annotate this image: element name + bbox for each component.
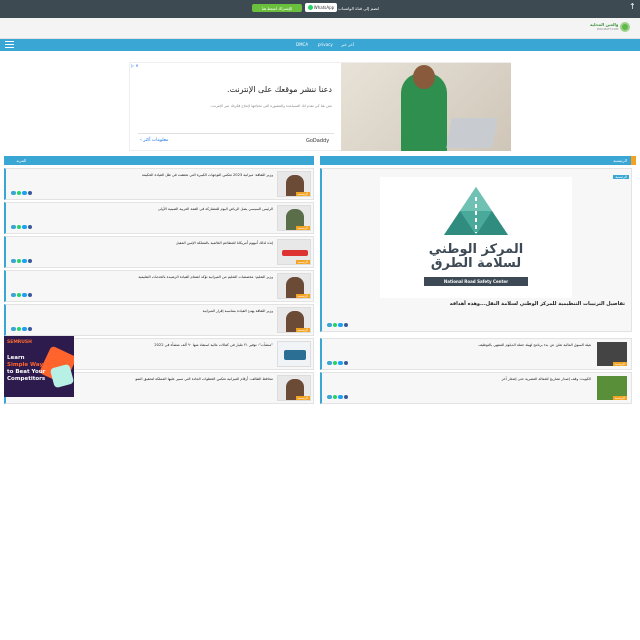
section-bar-home: الرئيسية xyxy=(320,156,636,165)
news-headline[interactable]: الرئيس السيسي يصل الرياض اليوم للمشاركة … xyxy=(158,207,273,211)
ad-choices-icon[interactable]: ▷ ✕ xyxy=(131,63,139,68)
news-headline[interactable]: هيئة السوق المالية تعلن عن بدء برنامج له… xyxy=(478,343,591,347)
logo-text: والعين المحلية ROD-BATT.COM xyxy=(590,22,619,31)
nav-link-privacy[interactable]: privacy xyxy=(318,42,333,47)
news-thumbnail[interactable]: الرئيسية xyxy=(277,307,311,333)
semrush-ad[interactable]: SEMRUSH Learn Simple Ways to Beat Your C… xyxy=(4,336,74,397)
featured-image[interactable]: المركز الوطني لسلامة الطرق National Road… xyxy=(380,177,572,298)
chevron-left-icon: ‹ xyxy=(140,138,142,143)
whatsapp-message: انضم إلى قناة الواتساب xyxy=(338,6,380,11)
news-headline[interactable]: إنذه لذلك أنبهوم أمريكانا للمطاعم العالم… xyxy=(176,241,273,245)
section-bar-more: المزيد xyxy=(4,156,314,165)
share-icons xyxy=(11,292,32,297)
ad-line: Simple Ways xyxy=(7,362,47,368)
ad-line: to Beat Your xyxy=(7,369,46,375)
section-label-more: المزيد xyxy=(16,158,27,163)
ad-photo xyxy=(341,63,511,151)
share-icons xyxy=(11,258,32,263)
nav-link-latest[interactable]: أخر خبر xyxy=(341,42,354,47)
whatsapp-icon xyxy=(307,5,313,10)
share-icons xyxy=(11,224,32,229)
nrsc-arabic-name: المركز الوطني لسلامة الطرق xyxy=(428,242,524,272)
section-label-home: الرئيسية xyxy=(613,158,627,163)
category-badge: الرئيسية xyxy=(613,175,629,179)
godaddy-ad[interactable]: ▷ ✕ دعنا ننشر موقعك على الإنترنت. نحن هن… xyxy=(129,62,511,151)
share-icons xyxy=(11,326,32,331)
whatsapp-label: WhatsApp xyxy=(313,5,335,10)
news-thumbnail[interactable]: الرئيسية xyxy=(597,342,627,366)
news-card[interactable]: الكويت: وقف إصدار تصاريح للعمالة المصرية… xyxy=(320,372,632,404)
news-thumbnail[interactable] xyxy=(277,341,311,367)
share-icons xyxy=(11,190,32,195)
featured-headline[interactable]: تفاصيل الترتيبات التنظيمية للمركز الوطني… xyxy=(450,301,625,307)
share-icons xyxy=(327,322,348,327)
share-icons xyxy=(327,394,348,399)
news-thumbnail[interactable]: الرئيسية xyxy=(597,376,627,400)
ad-brand: GoDaddy xyxy=(306,138,330,144)
featured-news-card[interactable]: الرئيسية المركز الوطني لسلامة الطرق Nati… xyxy=(320,168,632,332)
news-card[interactable]: الرئيس السيسي يصل الرياض اليوم للمشاركة … xyxy=(4,202,314,234)
news-thumbnail[interactable]: الرئيسية xyxy=(277,239,311,265)
news-card[interactable]: وزير الثقافة: ميزانية 2023 تعكس التوجهات… xyxy=(4,168,314,200)
news-headline[interactable]: "منشآت": توفير ٢١ مليار في كفالات مالية … xyxy=(154,343,273,347)
news-headline[interactable]: وزير الثقافة يهنئ القيادة بمناسبة إقرار … xyxy=(203,309,273,313)
news-card[interactable]: وزير الثقافة يهنئ القيادة بمناسبة إقرار … xyxy=(4,304,314,336)
news-headline[interactable]: الكويت: وقف إصدار تصاريح للعمالة المصرية… xyxy=(502,377,591,381)
logo-icon xyxy=(620,22,631,32)
site-header xyxy=(0,18,640,39)
nav-link-dmca[interactable]: DMCA xyxy=(296,42,308,47)
ad-line: Learn xyxy=(7,355,25,361)
ad-cta-link[interactable]: ‹ معلومات أكثر xyxy=(140,138,168,143)
news-card[interactable]: وزير التعليم: مخصصات التعليم من الميزاني… xyxy=(4,270,314,302)
news-thumbnail[interactable]: الرئيسية xyxy=(277,171,311,197)
ad-description: نحن هنا كي نقدم لك المساعدة والمشورة الت… xyxy=(210,104,332,108)
news-headline[interactable]: محافظ الطائف: أرقام الميزانية تعكس الخطو… xyxy=(135,377,273,381)
nrsc-english-name: National Road Safety Center xyxy=(424,277,528,286)
subscribe-button[interactable]: للإشتراك اضغط هنا xyxy=(252,4,302,12)
news-thumbnail[interactable]: الرئيسية xyxy=(277,273,311,299)
news-thumbnail[interactable]: الرئيسية xyxy=(277,375,311,401)
share-icons xyxy=(327,360,348,365)
nrsc-logo-icon xyxy=(444,187,508,235)
news-thumbnail[interactable]: الرئيسية xyxy=(277,205,311,231)
news-card[interactable]: هيئة السوق المالية تعلن عن بدء برنامج له… xyxy=(320,338,632,370)
hamburger-menu-icon[interactable] xyxy=(5,41,14,49)
scroll-top-icon[interactable]: ↑ xyxy=(629,2,636,11)
main-nav: أخر خبر privacy DMCA xyxy=(0,39,640,51)
ad-title: دعنا ننشر موقعك على الإنترنت. xyxy=(227,85,332,94)
semrush-logo: SEMRUSH xyxy=(7,340,32,345)
news-headline[interactable]: وزير التعليم: مخصصات التعليم من الميزاني… xyxy=(138,275,273,279)
news-headline[interactable]: وزير الثقافة: ميزانية 2023 تعكس التوجهات… xyxy=(142,173,273,177)
site-logo[interactable]: والعين المحلية ROD-BATT.COM xyxy=(590,20,636,34)
whatsapp-button[interactable]: WhatsApp xyxy=(305,3,337,12)
news-card[interactable]: إنذه لذلك أنبهوم أمريكانا للمطاعم العالم… xyxy=(4,236,314,268)
ad-line: Competitors xyxy=(7,376,46,382)
